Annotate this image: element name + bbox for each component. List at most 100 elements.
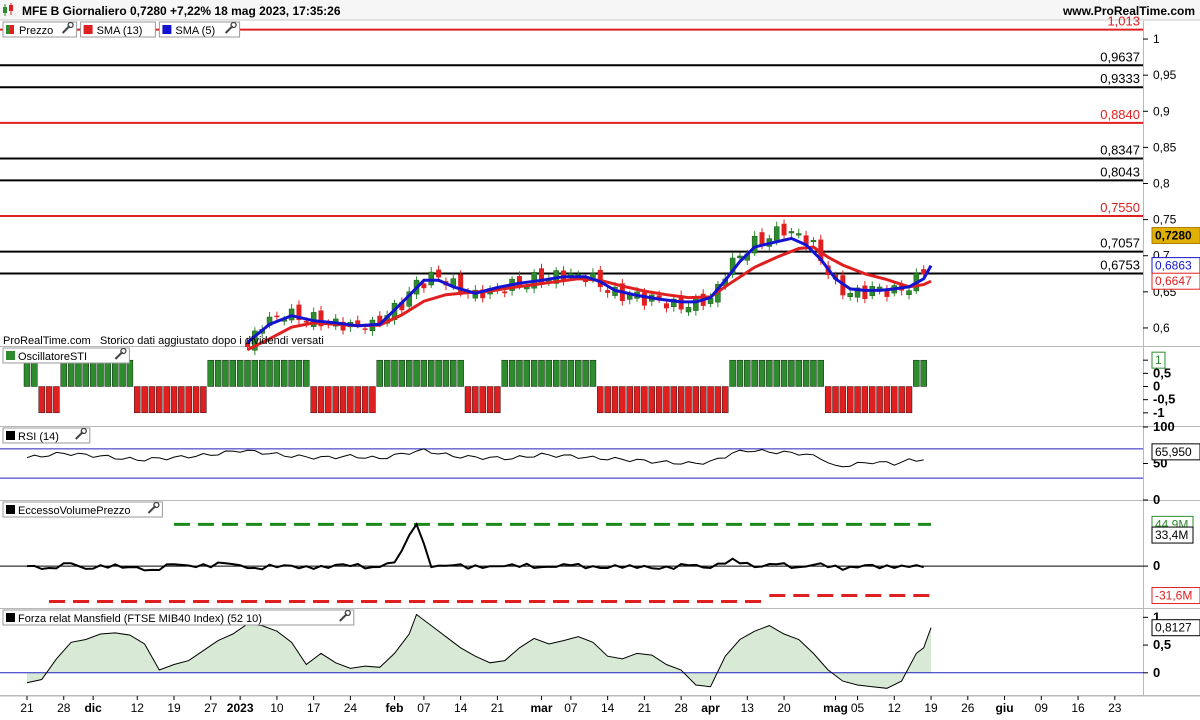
sti-bar (530, 359, 538, 387)
color-swatch (6, 431, 15, 440)
sti-bar (332, 386, 339, 414)
x-tick-label: 21 (491, 701, 505, 715)
sti-bar (626, 386, 633, 414)
sti-bar (854, 386, 861, 414)
x-tick-label: 16 (1071, 701, 1085, 715)
value-tag: -31,6M (1151, 587, 1200, 605)
sti-bar (266, 359, 273, 387)
value-tag-label: -31,6M (1155, 589, 1192, 603)
sti-bar (229, 359, 237, 387)
legend-item-2[interactable]: SMA (5) (158, 21, 241, 38)
x-tick-label: mag (823, 701, 848, 715)
sti-bar (53, 386, 60, 414)
sti-bar (633, 386, 641, 414)
sti-bar (317, 386, 325, 414)
legend-item-1[interactable]: SMA (13) (80, 21, 156, 38)
sti-bar (567, 359, 575, 387)
candle-body (810, 240, 817, 243)
value-tag-label: 0,8127 (1155, 621, 1192, 635)
value-tag-label: 0,7280 (1155, 229, 1192, 243)
watermark: ProRealTime.com (3, 335, 91, 347)
sti-bar (207, 359, 214, 387)
sti-bar (876, 386, 883, 414)
candle-body (355, 320, 361, 325)
sti-bar (244, 359, 251, 387)
sti-bar (281, 359, 288, 387)
candle-body (428, 271, 434, 286)
sti-bar (369, 386, 376, 414)
sti-bar (442, 359, 450, 387)
sti-bar (170, 386, 178, 414)
sti-bar (508, 359, 516, 387)
sti-bar (222, 359, 229, 387)
candle-body (906, 290, 912, 296)
sti-bar (582, 359, 589, 387)
sti-bar (898, 386, 905, 414)
sti-bar (111, 359, 119, 387)
sti-bar (126, 359, 134, 387)
panel-title-label: OscillatoreSTI (18, 351, 87, 363)
y-tick-label: 0,5 (1153, 637, 1171, 652)
sti-bar (104, 359, 112, 387)
panel-title-label: RSI (14) (18, 431, 59, 443)
sti-bar (758, 359, 766, 387)
sti-bar (861, 386, 869, 414)
x-tick-label: 24 (344, 701, 358, 715)
value-tag: 1 (1151, 351, 1166, 369)
value-tag-label: 1 (1155, 353, 1162, 367)
candle-body (796, 233, 802, 236)
sti-bar (472, 386, 479, 414)
x-tick-label: 19 (167, 701, 181, 715)
sti-bar (75, 359, 82, 387)
y-tick-label: 0,8 (1153, 177, 1170, 191)
sti-bar (354, 386, 361, 414)
x-tick-label: 09 (1035, 701, 1049, 715)
sti-bar (97, 359, 104, 387)
sti-bar (913, 359, 920, 387)
header-bar: MFE B Giornaliero 0,7280 +7,22% 18 mag 2… (0, 0, 1200, 21)
sti-bar (178, 386, 185, 414)
sti-bar (736, 359, 744, 387)
sti-bar (119, 359, 126, 387)
sti-bar (428, 359, 435, 387)
x-tick-label: mar (530, 701, 552, 715)
price-legend: Prezzo SMA (13) SMA (5) (2, 21, 241, 38)
sti-bar (295, 359, 303, 387)
value-tag: 33,4M (1151, 526, 1194, 544)
panel-title-mansfield[interactable]: Forza relat Mansfield (FTSE MIB40 Index)… (2, 609, 355, 626)
x-tick-label: 14 (454, 701, 468, 715)
x-tick-label: 07 (417, 701, 431, 715)
panel-title-sti[interactable]: OscillatoreSTI (2, 347, 130, 364)
sti-bar (420, 359, 428, 387)
candle-body (663, 303, 669, 309)
y-tick-label: 0 (1153, 558, 1160, 573)
legend-item-0[interactable]: Prezzo (2, 21, 78, 38)
y-tick-label: 0 (1153, 492, 1160, 507)
sti-bar (251, 359, 259, 387)
sti-bar (479, 386, 486, 414)
panel-title-rsi[interactable]: RSI (14) (2, 427, 91, 444)
candle-body (847, 293, 853, 298)
x-tick-label: 12 (888, 701, 902, 715)
price-level-label: 0,8043 (1100, 164, 1140, 179)
sti-bar (722, 386, 729, 414)
candle-body (274, 315, 280, 318)
panel-title-volume[interactable]: EccessoVolumePrezzo (2, 501, 163, 518)
sti-bar (31, 359, 38, 387)
sti-bar (89, 359, 97, 387)
color-swatch (162, 25, 172, 34)
sti-bar (303, 359, 310, 387)
candlestick-icon (6, 25, 10, 34)
legend-label: SMA (5) (175, 25, 215, 37)
y-tick-label: 1 (1153, 32, 1160, 46)
sti-bar (38, 386, 45, 414)
sti-bar (60, 359, 67, 387)
sti-bar (538, 359, 545, 387)
candle-body (788, 231, 795, 234)
sti-bar (141, 386, 148, 414)
sti-bar (45, 386, 53, 414)
sti-bar (729, 359, 736, 387)
sti-bar (604, 386, 611, 414)
sti-bar (619, 386, 626, 414)
value-tag: 0,6647 (1151, 272, 1200, 290)
